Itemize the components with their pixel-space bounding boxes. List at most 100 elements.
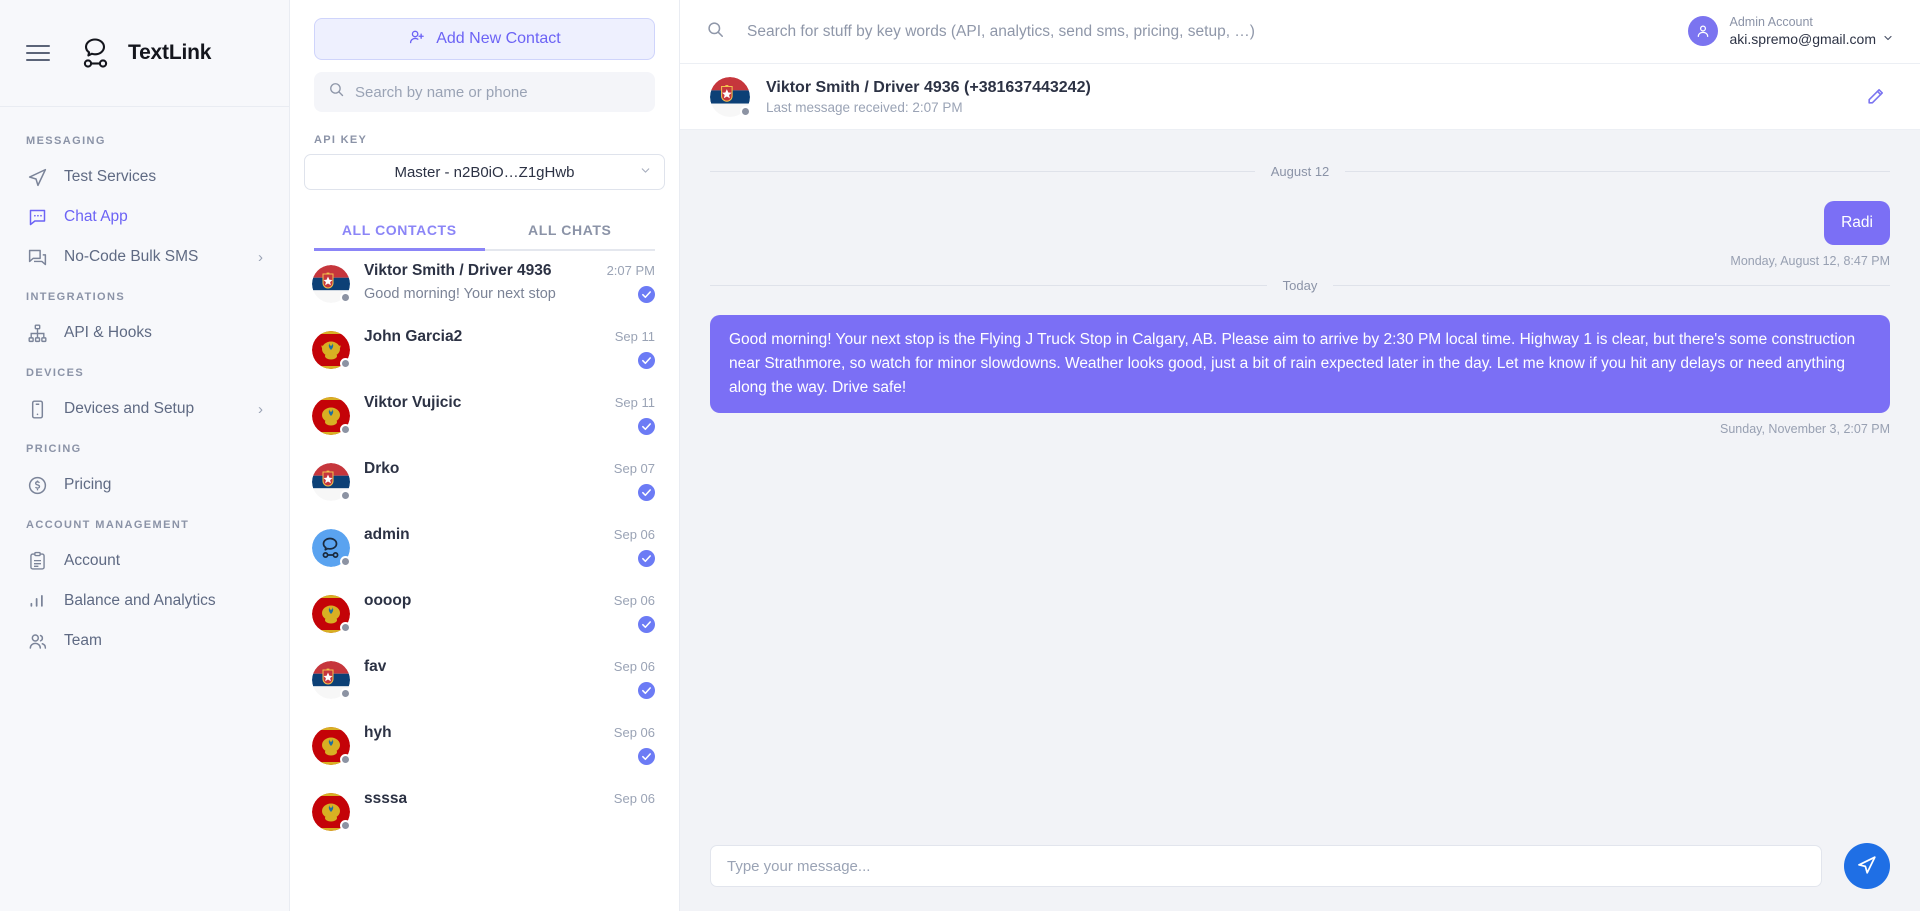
avatar — [312, 463, 350, 501]
contact-name: Drko — [364, 460, 399, 478]
presence-dot — [740, 106, 751, 117]
sidebar-item-label: API & Hooks — [64, 324, 263, 342]
hamburger-menu-icon[interactable] — [22, 41, 54, 65]
message-input-wrapper[interactable] — [710, 845, 1822, 887]
message-bubble: Good morning! Your next stop is the Flyi… — [710, 315, 1890, 413]
date-separator: August 12 — [710, 164, 1890, 179]
tab-all-chats[interactable]: ALL CHATS — [485, 212, 656, 249]
contact-time: Sep 06 — [614, 791, 655, 806]
message-composer — [680, 843, 1920, 911]
contact-preview: Good morning! Your next stop — [364, 286, 556, 302]
sidebar-item-balance-and-analytics[interactable]: Balance and Analytics — [0, 581, 289, 621]
chevron-down-icon[interactable] — [1882, 32, 1894, 49]
api-key-select[interactable]: Master - n2B0iO…Z1gHwb — [304, 154, 665, 190]
avatar — [312, 265, 350, 303]
sidebar-item-api-and-hooks[interactable]: API & Hooks — [0, 313, 289, 353]
presence-dot — [340, 622, 351, 633]
contact-body: oooop Sep 06 — [364, 592, 655, 633]
send-message-button[interactable] — [1844, 843, 1890, 889]
search-icon — [706, 20, 725, 44]
verified-check-icon — [638, 352, 655, 369]
contact-name: fav — [364, 658, 386, 676]
verified-check-icon — [638, 286, 655, 303]
table-row[interactable]: Drko Sep 07 — [290, 449, 679, 515]
contact-time: Sep 06 — [614, 527, 655, 542]
sidebar-item-chat-app[interactable]: Chat App — [0, 197, 289, 237]
avatar — [312, 793, 350, 831]
divider — [710, 285, 1267, 286]
chevron-right-icon: › — [258, 250, 263, 265]
contact-name: ssssa — [364, 790, 407, 808]
message-incoming: Good morning! Your next stop is the Flyi… — [710, 315, 1890, 436]
table-row[interactable]: John Garcia2 Sep 11 — [290, 317, 679, 383]
contact-name: Viktor Smith / Driver 4936 — [364, 262, 552, 280]
last-message-status: Last message received: 2:07 PM — [766, 100, 1844, 115]
tab-label: ALL CHATS — [528, 222, 611, 238]
table-row[interactable]: fav Sep 06 — [290, 647, 679, 713]
table-row[interactable]: oooop Sep 06 — [290, 581, 679, 647]
add-new-contact-label: Add New Contact — [436, 30, 561, 48]
message-timestamp: Sunday, November 3, 2:07 PM — [1720, 422, 1890, 436]
message-timestamp: Monday, August 12, 8:47 PM — [1730, 254, 1890, 268]
account-email-row: aki.spremo@gmail.com — [1730, 30, 1894, 49]
tab-all-contacts[interactable]: ALL CONTACTS — [314, 212, 485, 249]
api-key-selected-value: Master - n2B0iO…Z1gHwb — [394, 164, 574, 181]
contacts-panel: Add New Contact API KEY Master - n2B0iO…… — [290, 0, 680, 911]
pencil-edit-icon[interactable] — [1860, 82, 1890, 112]
table-row[interactable]: ssssa Sep 06 — [290, 779, 679, 845]
mobile-device-icon — [26, 398, 48, 420]
sidebar-item-pricing[interactable]: Pricing — [0, 465, 289, 505]
send-plane-icon — [26, 166, 48, 188]
sidebar-item-team[interactable]: Team — [0, 621, 289, 661]
app-root: TextLink MESSAGING Test Services — [0, 0, 1920, 911]
search-icon — [328, 81, 345, 103]
table-row[interactable]: hyh Sep 06 — [290, 713, 679, 779]
avatar — [312, 727, 350, 765]
table-row[interactable]: Viktor Vujicic Sep 11 — [290, 383, 679, 449]
sidebar-item-no-code-bulk-sms[interactable]: No-Code Bulk SMS › — [0, 237, 289, 277]
contact-search-input[interactable] — [355, 84, 641, 101]
chevron-right-icon: › — [258, 402, 263, 417]
sidebar-header: TextLink — [0, 0, 289, 107]
global-search-box[interactable] — [706, 20, 1670, 44]
verified-check-icon — [638, 682, 655, 699]
contact-body: Viktor Smith / Driver 4936 2:07 PM Good … — [364, 262, 655, 303]
send-plane-icon — [1856, 854, 1878, 879]
nav-group-pricing-label: PRICING — [0, 429, 289, 465]
contact-name: admin — [364, 526, 410, 544]
message-list[interactable]: August 12 Radi Monday, August 12, 8:47 P… — [680, 130, 1920, 843]
contacts-panel-header: Add New Contact API KEY Master - n2B0iO…… — [290, 0, 679, 251]
avatar — [710, 77, 750, 117]
presence-dot — [340, 688, 351, 699]
contact-search-box[interactable] — [314, 72, 655, 112]
add-new-contact-button[interactable]: Add New Contact — [314, 18, 655, 60]
presence-dot — [340, 292, 351, 303]
contact-body: ssssa Sep 06 — [364, 790, 655, 831]
presence-dot — [340, 754, 351, 765]
nav-group-messaging-label: MESSAGING — [0, 121, 289, 157]
message-input[interactable] — [727, 858, 1805, 875]
table-row[interactable]: admin Sep 06 — [290, 515, 679, 581]
contact-time: 2:07 PM — [607, 263, 655, 278]
search-input[interactable] — [747, 23, 1670, 41]
sidebar-item-label: Account — [64, 552, 263, 570]
contact-list[interactable]: Viktor Smith / Driver 4936 2:07 PM Good … — [290, 251, 679, 911]
table-row[interactable]: Viktor Smith / Driver 4936 2:07 PM Good … — [290, 251, 679, 317]
message-outgoing: Radi Monday, August 12, 8:47 PM — [710, 201, 1890, 268]
brand[interactable]: TextLink — [76, 33, 211, 73]
tab-label: ALL CONTACTS — [342, 222, 457, 238]
sidebar-item-test-services[interactable]: Test Services — [0, 157, 289, 197]
sidebar-item-devices-and-setup[interactable]: Devices and Setup › — [0, 389, 289, 429]
account-menu[interactable]: Admin Account aki.spremo@gmail.com — [1688, 14, 1894, 50]
divider — [710, 171, 1255, 172]
sidebar-nav: MESSAGING Test Services — [0, 107, 289, 911]
chat-bubble-icon — [26, 206, 48, 228]
sidebar-item-account[interactable]: Account — [0, 541, 289, 581]
conversation-header: Viktor Smith / Driver 4936 (+38163744324… — [680, 64, 1920, 130]
dollar-circle-icon — [26, 474, 48, 496]
contact-time: Sep 11 — [615, 395, 655, 410]
account-role: Admin Account — [1730, 14, 1894, 31]
chevron-down-icon — [639, 164, 652, 180]
contact-body: admin Sep 06 — [364, 526, 655, 567]
presence-dot — [340, 490, 351, 501]
